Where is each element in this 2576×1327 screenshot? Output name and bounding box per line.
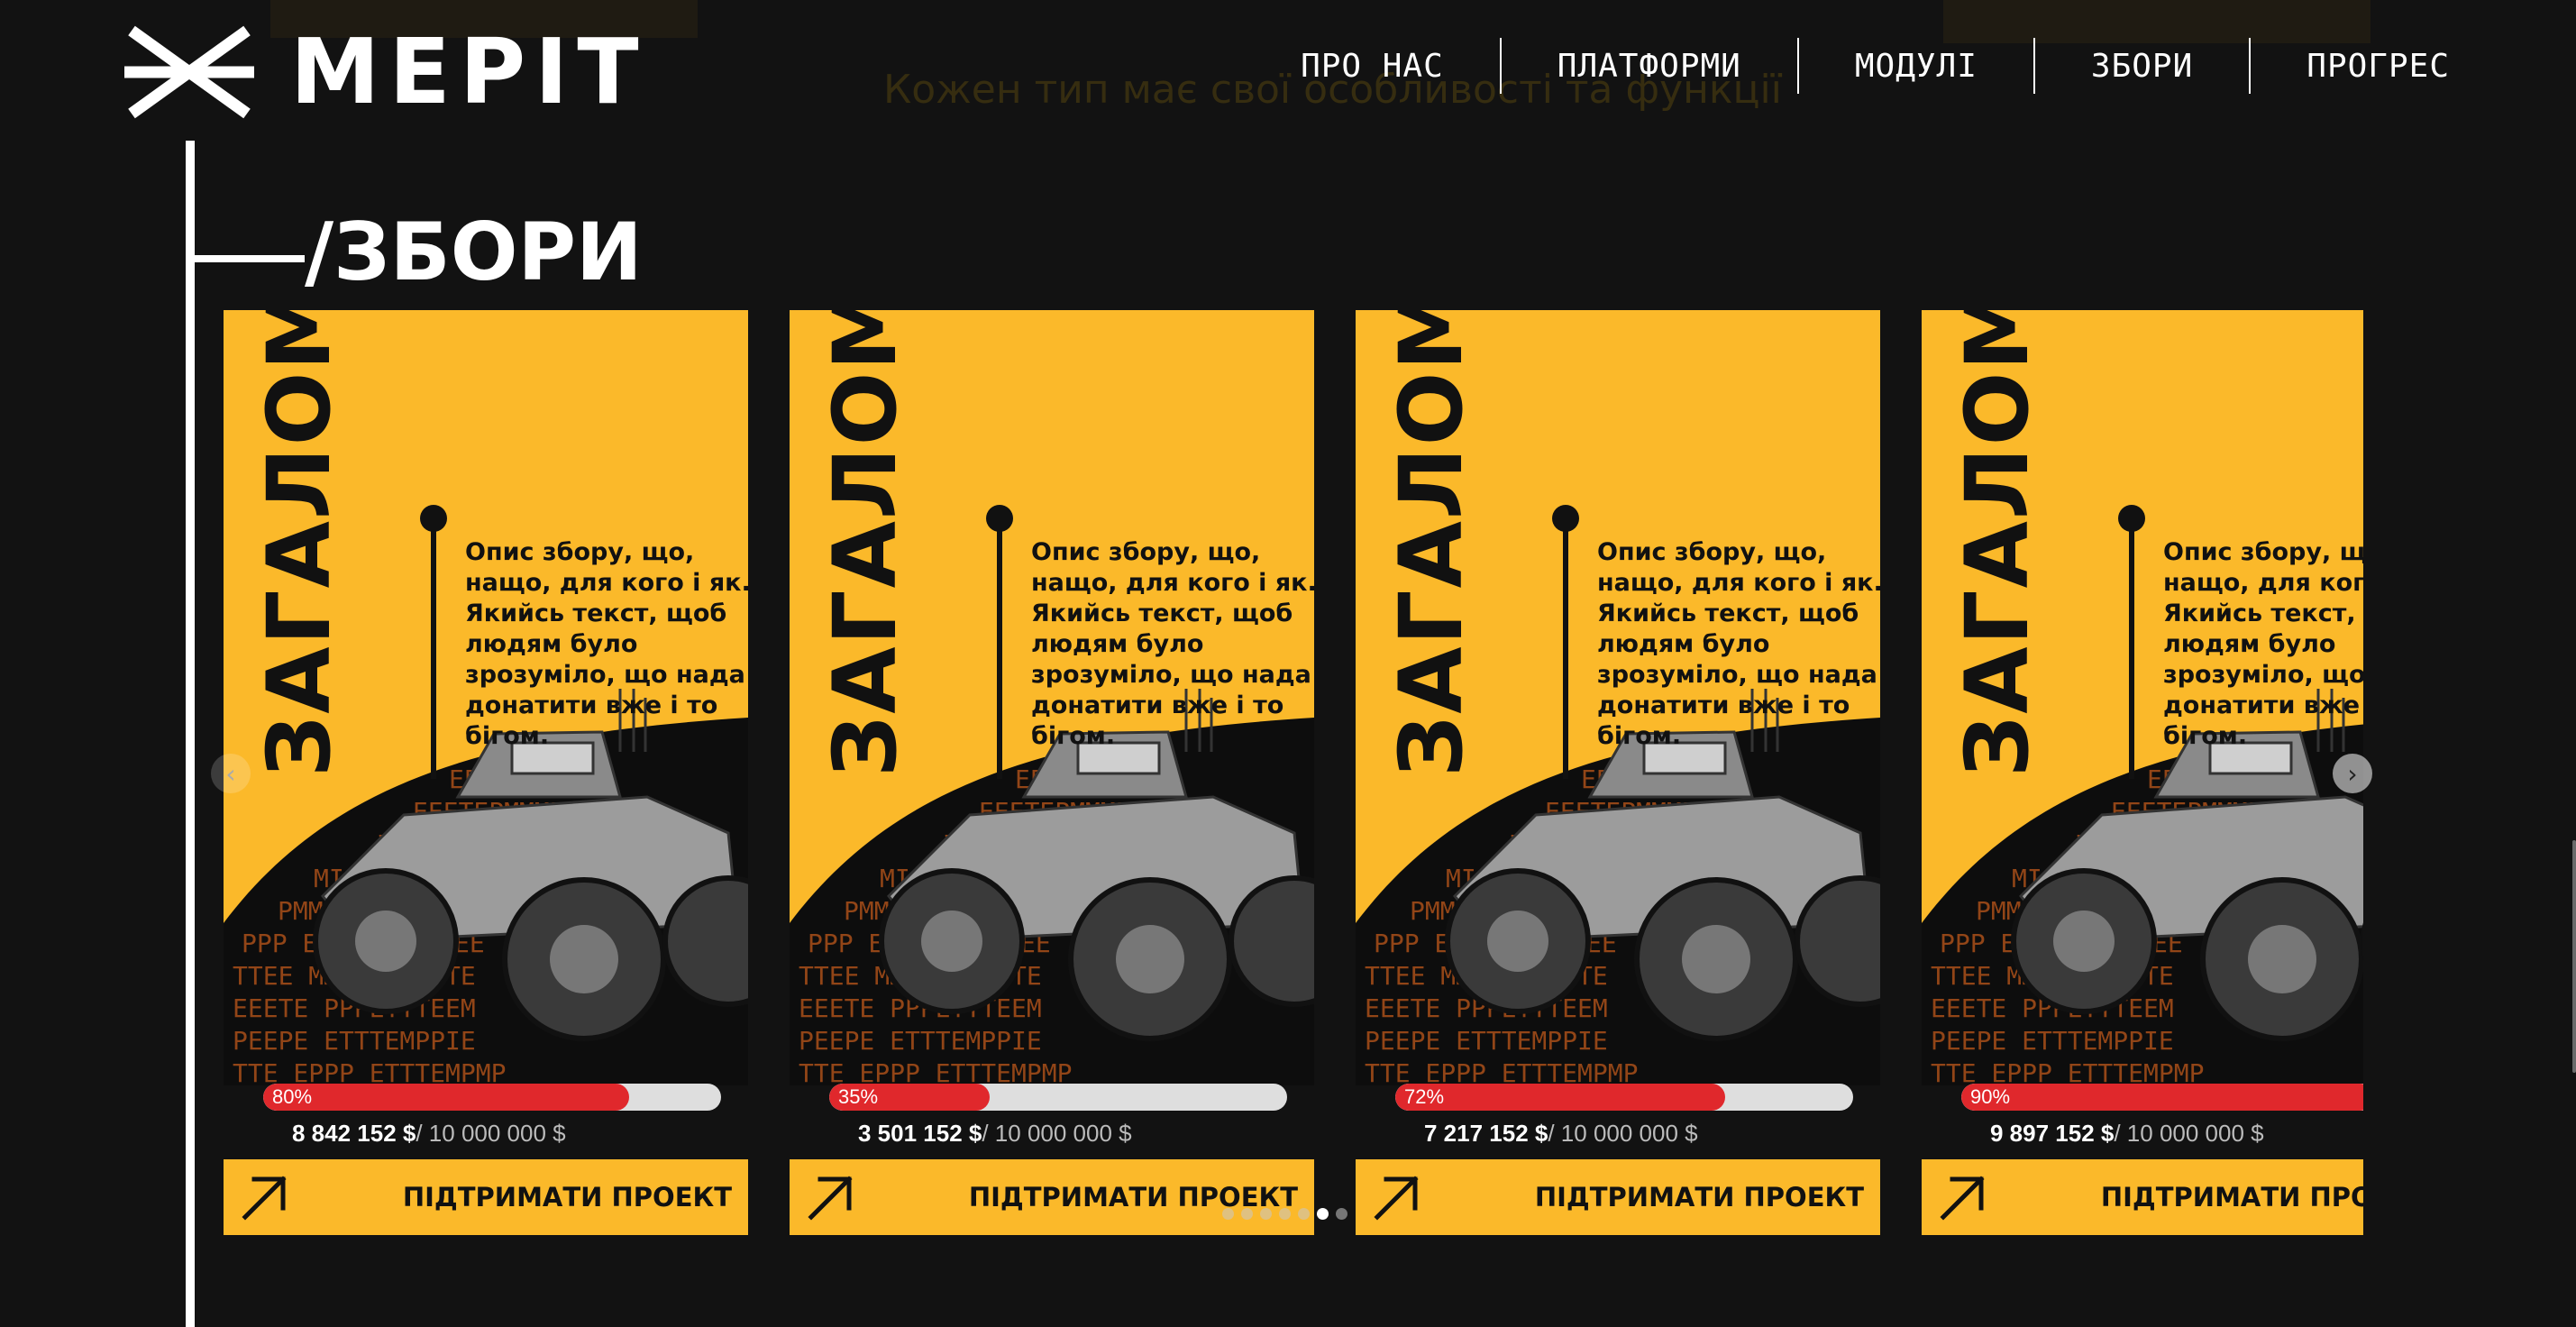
- amount-text: 8 842 152 $/ 10 000 000 $: [292, 1120, 566, 1148]
- amount-raised: 9 897 152 $: [1990, 1120, 2115, 1147]
- fundraiser-card: EEP MPMIII EEETEPMMMIII IMETTTTEMMPII MI…: [224, 310, 748, 1239]
- fundraiser-card: EEP MPMIII EEETEPMMMIII IMETTTTEMMPII MI…: [1922, 310, 2363, 1239]
- fundraiser-card: EEP MPMIII EEETEPMMMIII IMETTTTEMMPII MI…: [1356, 310, 1880, 1239]
- progress-fill: 80%: [263, 1084, 630, 1111]
- pin-line: [431, 526, 436, 779]
- card-title: ЗАГАЛОМ: [815, 310, 916, 777]
- card-title: ЗАГАЛОМ: [249, 310, 350, 777]
- svg-text:PEEPE ETTTEMPPIE: PEEPE ETTTEMPPIE: [233, 1026, 476, 1056]
- chevron-left-icon[interactable]: ‹: [211, 754, 251, 793]
- carousel-dot[interactable]: [1241, 1208, 1253, 1220]
- arrow-up-right-icon: [1374, 1176, 1419, 1221]
- svg-text:TTE EPPP ETTTEMPMP: TTE EPPP ETTTEMPMP: [1365, 1058, 1638, 1085]
- card-description: Опис збору, що, нащо, для кого і як. Яки…: [1597, 538, 1880, 750]
- progress-bar: 90%: [1961, 1084, 2363, 1111]
- arrow-up-right-icon: [1940, 1176, 1985, 1221]
- svg-text:TTE EPPP ETTTEMPMP: TTE EPPP ETTTEMPMP: [233, 1058, 506, 1085]
- progress-fill: 72%: [1395, 1084, 1725, 1111]
- amount-goal: / 10 000 000 $: [982, 1120, 1132, 1147]
- pin-line: [2129, 526, 2134, 779]
- amount-goal: / 10 000 000 $: [416, 1120, 566, 1147]
- amount-text: 7 217 152 $/ 10 000 000 $: [1424, 1120, 1698, 1148]
- carousel-dot[interactable]: [1222, 1208, 1234, 1220]
- nav-item-progress[interactable]: ПРОГРЕС: [2251, 48, 2450, 85]
- svg-text:TTE EPPP ETTTEMPMP: TTE EPPP ETTTEMPMP: [1931, 1058, 2204, 1085]
- card-description: Опис збору, що, нащо, для кого і як. Яки…: [2163, 538, 2363, 750]
- support-button-label: ПІДТРИМАТИ ПРОЕКТ: [1534, 1182, 1864, 1213]
- amount-text: 3 501 152 $/ 10 000 000 $: [858, 1120, 1132, 1148]
- section-title: /ЗБОРИ: [305, 206, 643, 298]
- pin-line: [997, 526, 1002, 779]
- card-poster[interactable]: EEP MPMIII EEETEPMMMIII IMETTTTEMMPII MI…: [1356, 310, 1880, 1085]
- amount-raised: 7 217 152 $: [1424, 1120, 1548, 1147]
- card-description: Опис збору, що, нащо, для кого і як. Яки…: [1031, 538, 1314, 750]
- amount-raised: 3 501 152 $: [858, 1120, 982, 1147]
- asterisk-logo-icon: [124, 25, 254, 119]
- section-vertical-line: [186, 141, 195, 1327]
- carousel-dot[interactable]: [1279, 1208, 1291, 1220]
- support-button-label: ПІДТРИМАТИ ПРОЕКТ: [2100, 1182, 2363, 1213]
- svg-text:PEEPE ETTTEMPPIE: PEEPE ETTTEMPPIE: [799, 1026, 1042, 1056]
- progress-percent: 80%: [272, 1085, 313, 1108]
- support-project-button[interactable]: ПІДТРИМАТИ ПРОЕКТ: [224, 1159, 748, 1235]
- amount-raised: 8 842 152 $: [292, 1120, 416, 1147]
- support-button-label: ПІДТРИМАТИ ПРОЕКТ: [402, 1182, 732, 1213]
- logo-text: МЕРІТ: [290, 19, 648, 124]
- arrow-up-right-icon: [242, 1176, 287, 1221]
- svg-text:TTE EPPP ETTTEMPMP: TTE EPPP ETTTEMPMP: [799, 1058, 1072, 1085]
- background-faded-block: [1943, 0, 2370, 43]
- nav-item-fundraisers[interactable]: ЗБОРИ: [2035, 48, 2249, 85]
- section-horizontal-line: [186, 255, 305, 262]
- card-poster[interactable]: EEP MPMIII EEETEPMMMIII IMETTTTEMMPII MI…: [224, 310, 748, 1085]
- progress-bar: 80%: [263, 1084, 721, 1111]
- progress-bar: 35%: [829, 1084, 1287, 1111]
- carousel-dot[interactable]: [1317, 1208, 1329, 1220]
- page-scrollbar[interactable]: [2572, 840, 2576, 1073]
- carousel-dot[interactable]: [1336, 1208, 1347, 1220]
- progress-percent: 35%: [838, 1085, 879, 1108]
- progress-percent: 72%: [1404, 1085, 1445, 1108]
- support-project-button[interactable]: ПІДТРИМАТИ ПРОЕКТ: [1356, 1159, 1880, 1235]
- card-poster[interactable]: EEP MPMIII EEETEPMMMIII IMETTTTEMMPII MI…: [1922, 310, 2363, 1085]
- arrow-up-right-icon: [808, 1176, 853, 1221]
- card-poster[interactable]: EEP MPMIII EEETEPMMMIII IMETTTTEMMPII MI…: [790, 310, 1314, 1085]
- svg-text:PEEPE ETTTEMPPIE: PEEPE ETTTEMPPIE: [1931, 1026, 2174, 1056]
- fundraiser-card: EEP MPMIII EEETEPMMMIII IMETTTTEMMPII MI…: [790, 310, 1314, 1239]
- fundraiser-carousel: EEP MPMIII EEETEPMMMIII IMETTTTEMMPII MI…: [224, 310, 2363, 1239]
- carousel-dot[interactable]: [1260, 1208, 1272, 1220]
- progress-fill: 90%: [1961, 1084, 2363, 1111]
- chevron-right-icon[interactable]: ›: [2333, 754, 2372, 793]
- pin-line: [1563, 526, 1568, 779]
- logo[interactable]: МЕРІТ: [124, 25, 648, 119]
- support-project-button[interactable]: ПІДТРИМАТИ ПРОЕКТ: [1922, 1159, 2363, 1235]
- nav-item-modules[interactable]: МОДУЛІ: [1799, 48, 2033, 85]
- card-title: ЗАГАЛОМ: [1381, 310, 1482, 777]
- main-nav: ПРО НАС ПЛАТФОРМИ МОДУЛІ ЗБОРИ ПРОГРЕС: [1245, 38, 2450, 94]
- amount-goal: / 10 000 000 $: [1548, 1120, 1698, 1147]
- amount-goal: / 10 000 000 $: [2114, 1120, 2264, 1147]
- card-title: ЗАГАЛОМ: [1947, 310, 2048, 777]
- progress-fill: 35%: [829, 1084, 990, 1111]
- card-description: Опис збору, що, нащо, для кого і як. Яки…: [465, 538, 748, 750]
- carousel-pagination: [1222, 1208, 1347, 1220]
- nav-item-platforms[interactable]: ПЛАТФОРМИ: [1502, 48, 1797, 85]
- carousel-dot[interactable]: [1298, 1208, 1310, 1220]
- progress-percent: 90%: [1970, 1085, 2011, 1108]
- amount-text: 9 897 152 $/ 10 000 000 $: [1990, 1120, 2264, 1148]
- nav-item-about[interactable]: ПРО НАС: [1245, 48, 1500, 85]
- support-project-button[interactable]: ПІДТРИМАТИ ПРОЕКТ: [790, 1159, 1314, 1235]
- progress-bar: 72%: [1395, 1084, 1853, 1111]
- svg-text:PEEPE ETTTEMPPIE: PEEPE ETTTEMPPIE: [1365, 1026, 1608, 1056]
